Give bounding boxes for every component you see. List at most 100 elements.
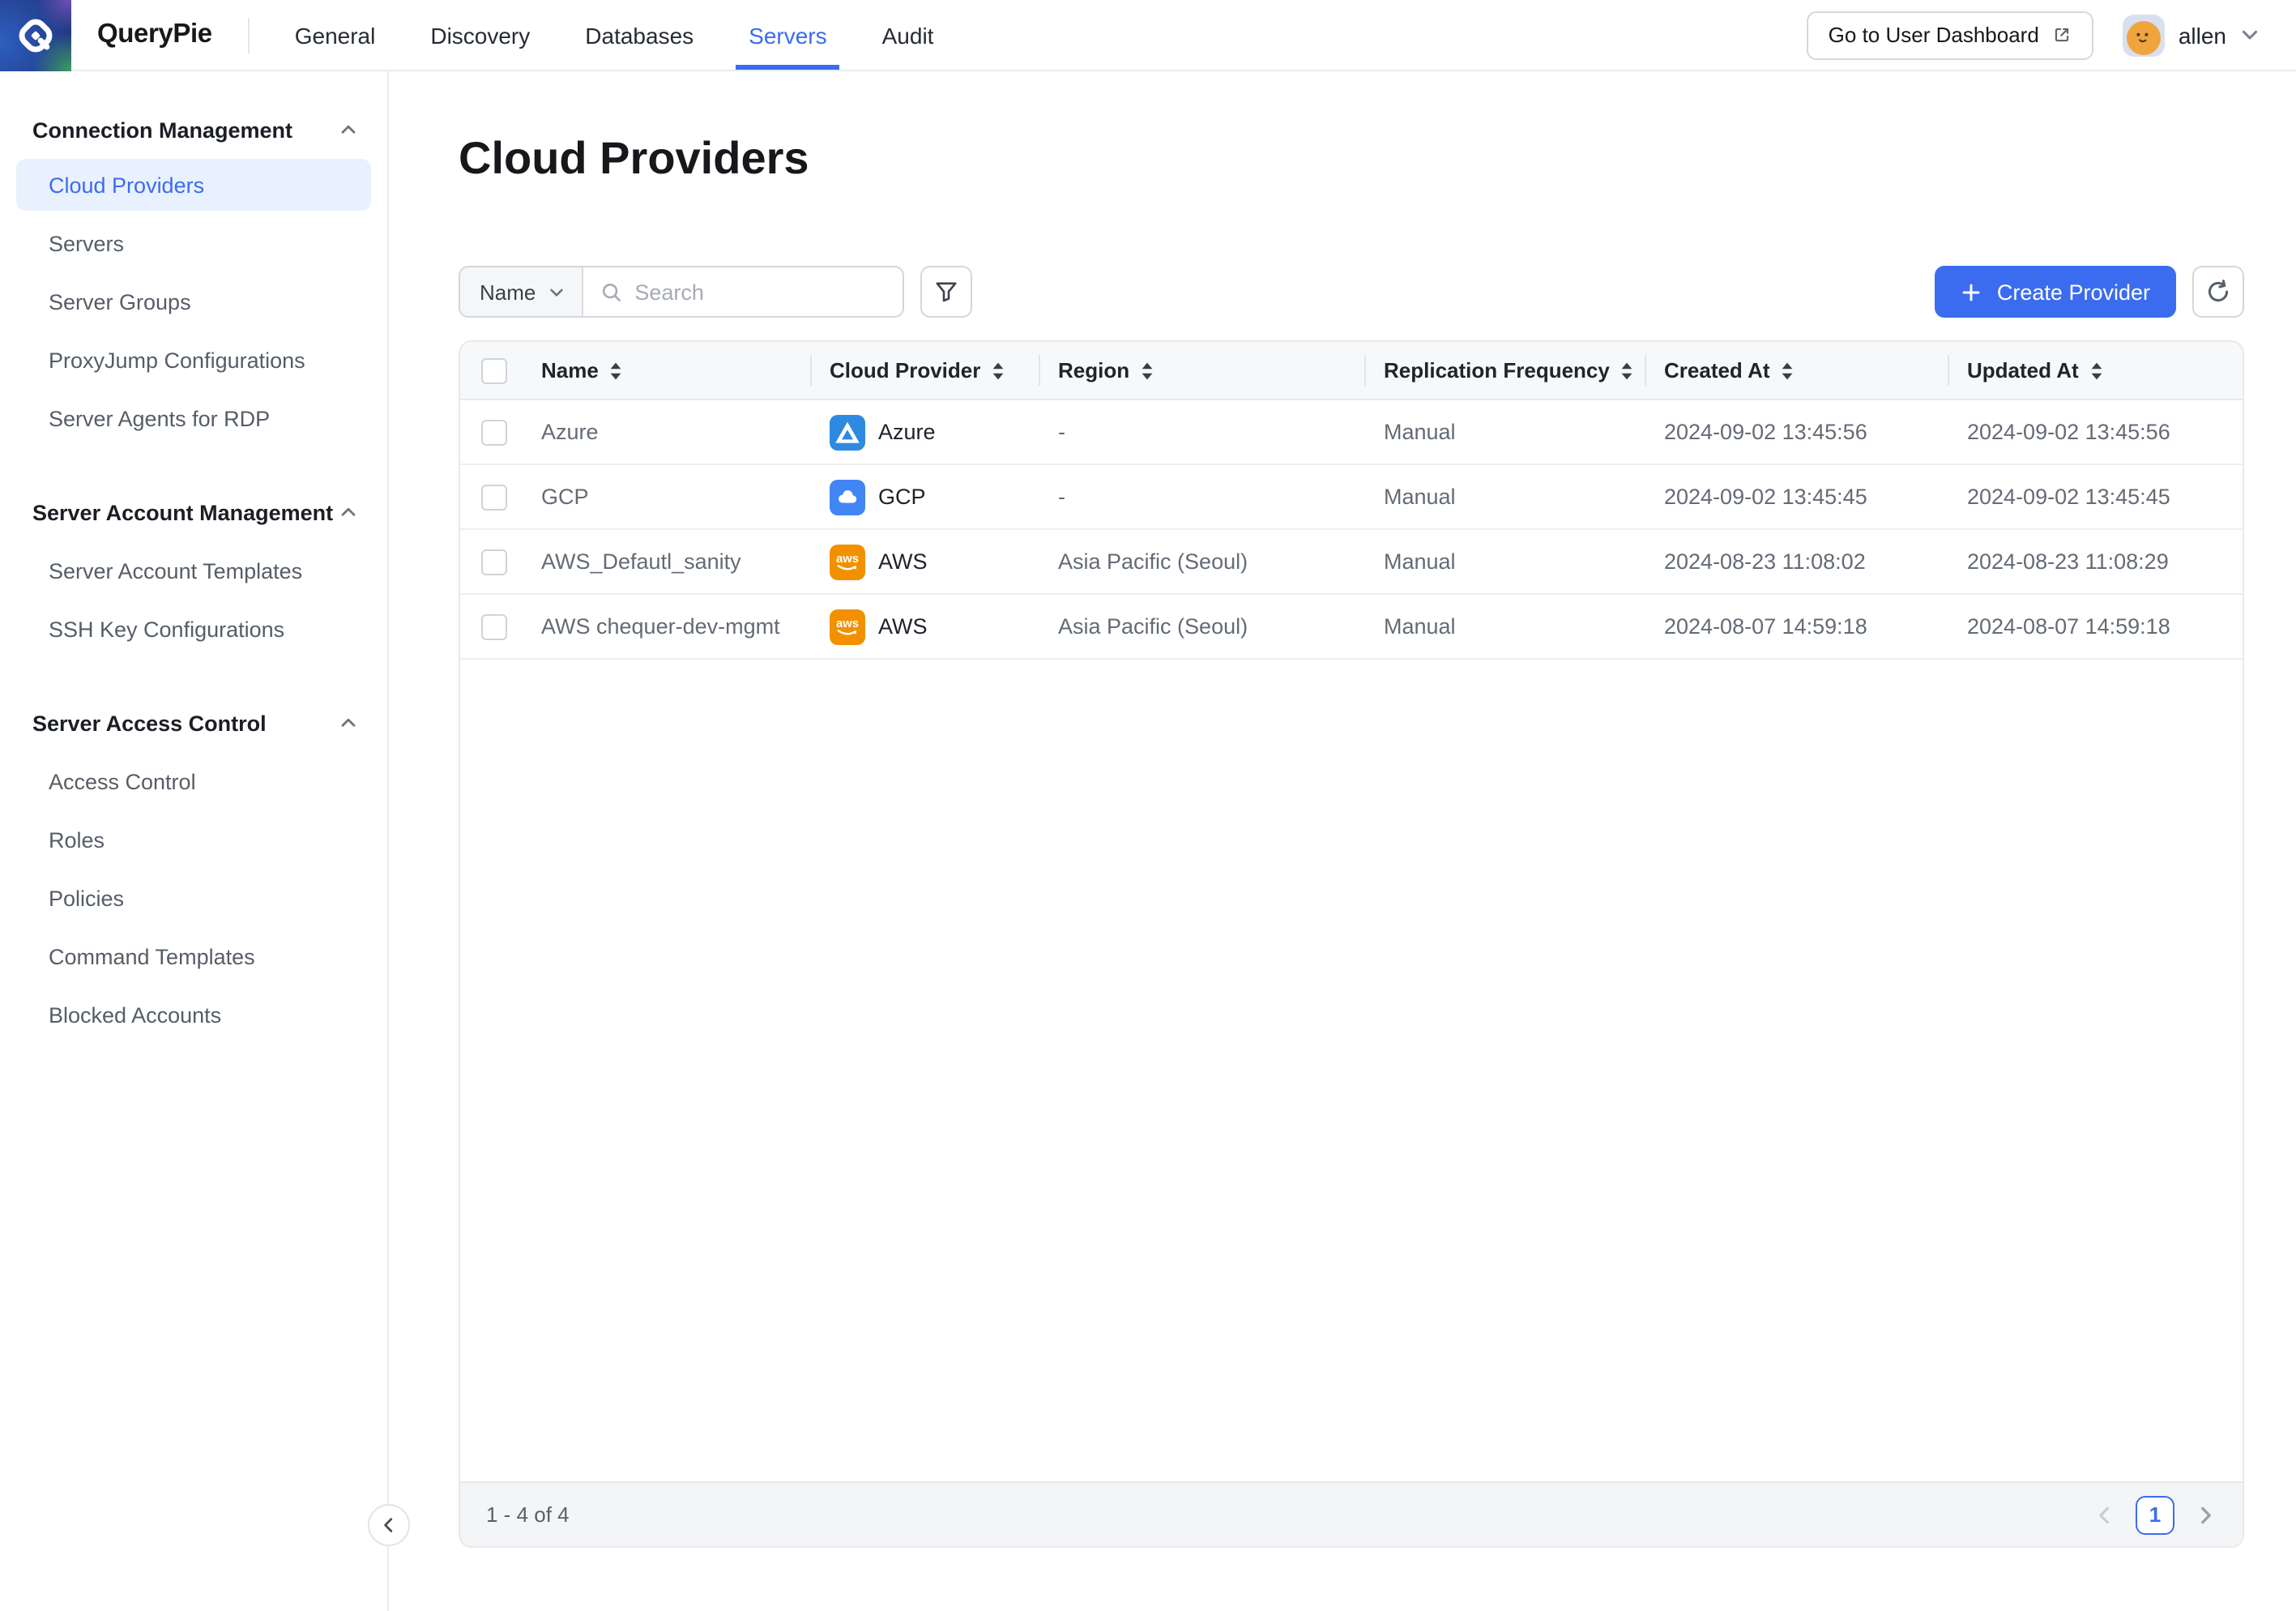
table-row[interactable]: GCPGCP-Manual2024-09-02 13:45:452024-09-…	[460, 465, 2243, 530]
main-content: Cloud Providers Name	[389, 71, 2296, 1611]
provider-label: AWS	[878, 549, 928, 574]
cell-updated-at: 2024-09-02 13:45:45	[1948, 485, 2243, 509]
top-nav-tab-databases[interactable]: Databases	[585, 0, 693, 70]
search-field-select[interactable]: Name	[460, 267, 583, 316]
table-row[interactable]: AWS chequer-dev-mgmtawsAWSAsia Pacific (…	[460, 595, 2243, 660]
sidebar-item-ssh-key-configurations[interactable]: SSH Key Configurations	[0, 600, 387, 658]
go-to-user-dashboard-button[interactable]: Go to User Dashboard	[1807, 11, 2094, 59]
sort-arrows-icon	[2090, 361, 2103, 380]
sort-arrows-icon	[1141, 361, 1154, 380]
sidebar-item-command-templates[interactable]: Command Templates	[0, 927, 387, 985]
sidebar-item-cloud-providers[interactable]: Cloud Providers	[16, 159, 371, 211]
providers-table: Name Cloud Provider RegionReplication Freq…	[459, 340, 2244, 1548]
sidebar-item-blocked-accounts[interactable]: Blocked Accounts	[0, 985, 387, 1044]
column-header-created-at[interactable]: Created At	[1645, 342, 1948, 399]
sidebar-item-proxyjump-configurations[interactable]: ProxyJump Configurations	[0, 331, 387, 389]
select-all-cell	[460, 342, 522, 399]
sidebar-item-roles[interactable]: Roles	[0, 810, 387, 869]
column-label: Cloud Provider	[830, 358, 980, 382]
top-nav-tab-servers[interactable]: Servers	[749, 0, 826, 70]
cell-cloud-provider: aws AWS	[810, 544, 1039, 579]
table-row[interactable]: AWS_Defautl_sanityawsAWSAsia Pacific (Se…	[460, 530, 2243, 595]
cell-updated-at: 2024-08-23 11:08:29	[1948, 549, 2243, 574]
sidebar-section-label: Server Access Control	[32, 711, 267, 735]
cell-replication-frequency: Manual	[1364, 614, 1645, 639]
sidebar-collapse-button[interactable]	[368, 1504, 410, 1546]
aws-icon: aws	[830, 544, 865, 579]
cell-region: -	[1039, 420, 1364, 444]
toolbar: Name	[459, 266, 2244, 318]
cell-cloud-provider: Azure	[810, 414, 1039, 450]
refresh-button[interactable]	[2192, 266, 2244, 318]
create-provider-button[interactable]: Create Provider	[1935, 266, 2176, 318]
cell-created-at: 2024-08-23 11:08:02	[1645, 549, 1948, 574]
top-nav-tab-general[interactable]: General	[295, 0, 376, 70]
column-label: Created At	[1664, 358, 1770, 382]
cell-replication-frequency: Manual	[1364, 485, 1645, 509]
circular-arrow-icon	[2205, 279, 2231, 305]
plus-icon	[1961, 281, 1982, 302]
cell-region: Asia Pacific (Seoul)	[1039, 549, 1364, 574]
chevron-up-icon	[339, 120, 358, 139]
sidebar-section-label: Connection Management	[32, 118, 292, 142]
table-header: Name Cloud Provider RegionReplication Freq…	[460, 342, 2243, 400]
sidebar-item-policies[interactable]: Policies	[0, 869, 387, 927]
column-label: Name	[541, 358, 599, 382]
column-header-name[interactable]: Name	[522, 342, 810, 399]
brand-name: QueryPie	[97, 19, 212, 50]
table-row[interactable]: AzureAzure-Manual2024-09-02 13:45:562024…	[460, 400, 2243, 465]
chevron-down-icon	[547, 283, 565, 301]
top-nav-tab-discovery[interactable]: Discovery	[430, 0, 530, 70]
select-all-checkbox[interactable]	[481, 357, 507, 383]
external-link-icon	[2052, 24, 2073, 45]
chevron-up-icon	[339, 502, 358, 522]
svg-text:aws: aws	[836, 552, 859, 565]
row-checkbox[interactable]	[481, 419, 507, 445]
azure-icon	[830, 414, 865, 450]
column-header-cloud-provider[interactable]: Cloud Provider	[810, 342, 1039, 399]
next-page-button[interactable]	[2194, 1503, 2217, 1526]
cell-name: Azure	[522, 420, 810, 444]
column-header-replication-frequency[interactable]: Replication Frequency	[1364, 342, 1645, 399]
sidebar-item-access-control[interactable]: Access Control	[0, 752, 387, 810]
sidebar-item-server-account-templates[interactable]: Server Account Templates	[0, 541, 387, 600]
cell-checkbox	[460, 484, 522, 510]
column-header-region[interactable]: Region	[1039, 342, 1364, 399]
column-header-updated-at[interactable]: Updated At	[1948, 342, 2243, 399]
search-input[interactable]	[634, 280, 904, 304]
table-body: AzureAzure-Manual2024-09-02 13:45:562024…	[460, 400, 2243, 660]
top-nav-tab-audit[interactable]: Audit	[882, 0, 934, 70]
top-bar: QueryPie General Discovery Databases Server…	[0, 0, 2296, 71]
user-name: allen	[2179, 22, 2226, 48]
row-checkbox[interactable]	[481, 613, 507, 639]
page-number-button[interactable]: 1	[2136, 1495, 2174, 1534]
top-nav: General Discovery Databases Servers Audit	[295, 0, 934, 70]
sidebar-section-title-server-account-management[interactable]: Server Account Management	[0, 496, 387, 528]
querypie-logo-icon[interactable]	[0, 0, 71, 71]
sidebar-item-servers[interactable]: Servers	[0, 214, 387, 272]
sidebar-item-server-agents-for-rdp[interactable]: Server Agents for RDP	[0, 389, 387, 447]
sidebar-section-server-access-control: Server Access Control Access ControlRoles…	[0, 707, 387, 1044]
search-box	[583, 267, 904, 316]
chevron-left-icon	[379, 1515, 399, 1535]
user-menu[interactable]: allen	[2123, 14, 2260, 56]
aws-icon: aws	[830, 609, 865, 644]
sidebar-item-server-groups[interactable]: Server Groups	[0, 272, 387, 331]
cell-checkbox	[460, 419, 522, 445]
create-provider-label: Create Provider	[1997, 280, 2150, 304]
column-label: Updated At	[1967, 358, 2079, 382]
provider-label: GCP	[878, 485, 926, 509]
sidebar-section-title-server-access-control[interactable]: Server Access Control	[0, 707, 387, 739]
cell-checkbox	[460, 613, 522, 639]
sort-arrows-icon	[1782, 361, 1795, 380]
previous-page-button[interactable]	[2093, 1503, 2116, 1526]
filter-button[interactable]	[920, 266, 972, 318]
row-checkbox[interactable]	[481, 549, 507, 575]
cell-created-at: 2024-09-02 13:45:45	[1645, 485, 1948, 509]
table-footer: 1 - 4 of 4 1	[460, 1481, 2243, 1546]
sidebar-section-title-connection-management[interactable]: Connection Management	[0, 113, 387, 146]
cell-name: AWS chequer-dev-mgmt	[522, 614, 810, 639]
pagination-controls: 1	[2093, 1495, 2217, 1534]
row-checkbox[interactable]	[481, 484, 507, 510]
cell-replication-frequency: Manual	[1364, 420, 1645, 444]
